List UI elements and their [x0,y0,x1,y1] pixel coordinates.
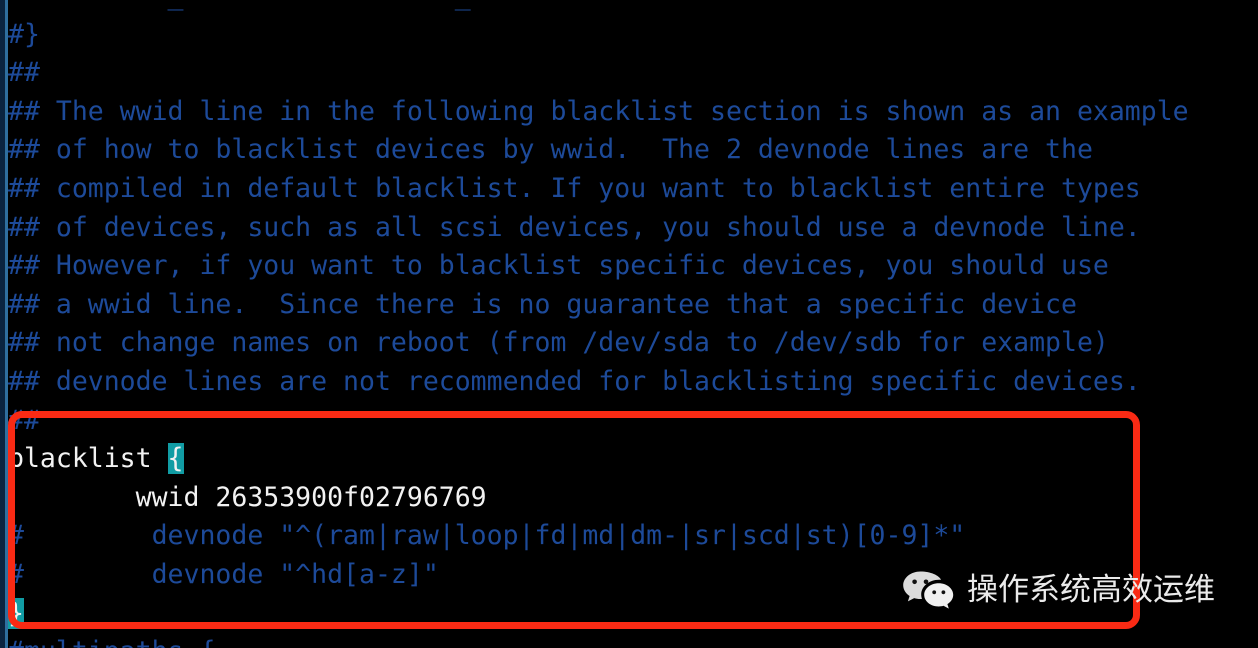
code-line: ## devnode lines are not recommended for… [8,363,1258,402]
code-span: ## [8,57,40,89]
code-span: ## not change names on reboot (from /dev… [8,327,1109,359]
code-span: # devnode "^hd[a-z]" [8,558,439,590]
code-line: ## a wwid line. Since there is no guaran… [8,286,1258,325]
code-line: blacklist { [8,440,1258,479]
code-span: wwid 26353900f02796769 [8,481,487,513]
code-span: # devnode "^(ram|raw|loop|fd|md|dm-|sr|s… [8,520,966,552]
matching-brace-highlight: } [8,597,24,629]
watermark: 操作系统高效运维 [900,568,1215,612]
code-line: ## not change names on reboot (from /dev… [8,324,1258,363]
code-span: ## The wwid line in the following blackl… [8,95,1189,127]
vim-text-buffer[interactable]: _ _ #} ## ## The wwid line in the following… [8,0,1258,648]
code-line: wwid 26353900f02796769 [8,479,1258,518]
code-span: ## of how to blacklist devices by wwid. … [8,134,1093,166]
code-span: ## [8,404,40,436]
code-line: ## of devices, such as all scsi devices,… [8,209,1258,248]
code-line: ## The wwid line in the following blackl… [8,93,1258,132]
code-line: #multipaths { [8,633,1258,648]
code-span: ## devnode lines are not recommended for… [8,365,1141,397]
code-span: ## a wwid line. Since there is no guaran… [8,288,1077,320]
code-span: #multipaths { [8,636,215,648]
code-line: # devnode "^(ram|raw|loop|fd|md|dm-|sr|s… [8,517,1258,556]
code-line: #} [8,16,1258,55]
code-line: ## of how to blacklist devices by wwid. … [8,131,1258,170]
matching-brace-highlight: { [167,443,184,475]
terminal-screen: _ _ #} ## ## The wwid line in the following… [0,0,1258,648]
code-line: ## compiled in default blacklist. If you… [8,170,1258,209]
wechat-icon [900,568,956,612]
code-span: ## However, if you want to blacklist spe… [8,250,1109,282]
code-line: ## [8,54,1258,93]
code-span: _ _ [8,0,471,11]
code-line: _ _ [8,0,1258,16]
watermark-text: 操作系统高效运维 [967,571,1215,608]
code-span: ## compiled in default blacklist. If you… [8,172,1141,204]
code-span: blacklist [8,443,168,475]
code-line: ## [8,402,1258,441]
code-span: ## of devices, such as all scsi devices,… [8,211,1141,243]
code-span: #} [8,18,40,50]
code-line: ## However, if you want to blacklist spe… [8,247,1258,286]
